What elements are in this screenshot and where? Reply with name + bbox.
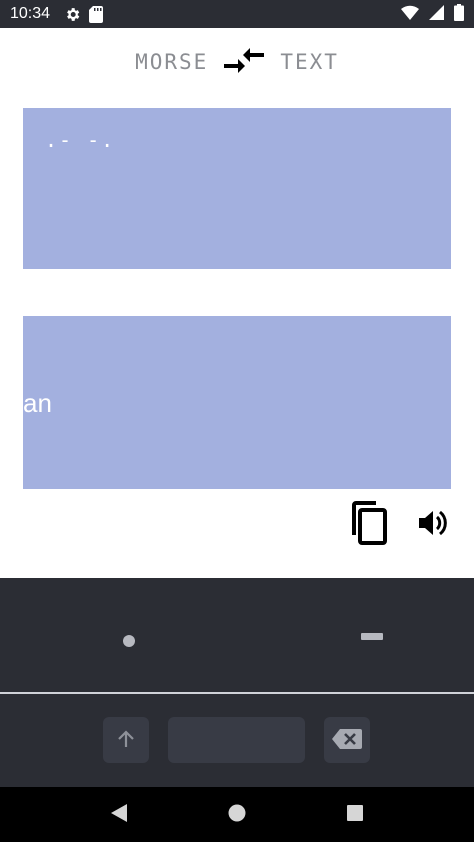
dot-icon (122, 634, 135, 647)
shift-key[interactable] (103, 717, 149, 763)
nav-back-button[interactable] (95, 791, 143, 839)
target-mode-label: TEXT (280, 50, 339, 74)
back-icon (110, 803, 128, 826)
backspace-key[interactable] (324, 717, 370, 763)
mode-header: MORSE TEXT (0, 28, 474, 96)
morse-input-value: .- -. (45, 128, 116, 152)
status-time: 10:34 (10, 5, 51, 22)
battery-icon (454, 3, 464, 25)
space-key[interactable] (168, 717, 305, 763)
copy-icon (349, 500, 389, 548)
text-output-field[interactable]: an (23, 316, 451, 489)
speak-button[interactable] (410, 500, 458, 548)
signal-icon (429, 4, 444, 24)
dash-icon (360, 633, 383, 640)
backspace-icon (332, 728, 362, 752)
wifi-icon (401, 5, 419, 24)
status-bar: 10:34 (0, 0, 474, 28)
gear-icon (64, 6, 81, 23)
morse-input-field[interactable]: .- -. (23, 108, 451, 269)
swap-mode-button[interactable] (216, 40, 272, 84)
copy-button[interactable] (345, 500, 393, 548)
arrow-up-icon (116, 729, 136, 752)
morse-key-row (0, 578, 474, 693)
status-right-icons (401, 3, 464, 25)
keyboard-divider (0, 692, 474, 694)
dash-key[interactable] (237, 578, 474, 693)
text-output-value: an (23, 388, 52, 418)
swap-arrows-icon (223, 46, 265, 79)
nav-recents-button[interactable] (331, 791, 379, 839)
nav-home-button[interactable] (213, 791, 261, 839)
recents-icon (347, 805, 363, 824)
sd-card-icon (89, 5, 104, 23)
home-icon (228, 804, 246, 825)
morse-keyboard (0, 578, 474, 787)
source-mode-label: MORSE (135, 50, 209, 74)
app-screen: 10:34 MORSE TEXT .- -. an (0, 0, 474, 842)
speaker-icon (419, 509, 449, 540)
system-nav-bar (0, 787, 474, 842)
dot-key[interactable] (0, 578, 237, 693)
